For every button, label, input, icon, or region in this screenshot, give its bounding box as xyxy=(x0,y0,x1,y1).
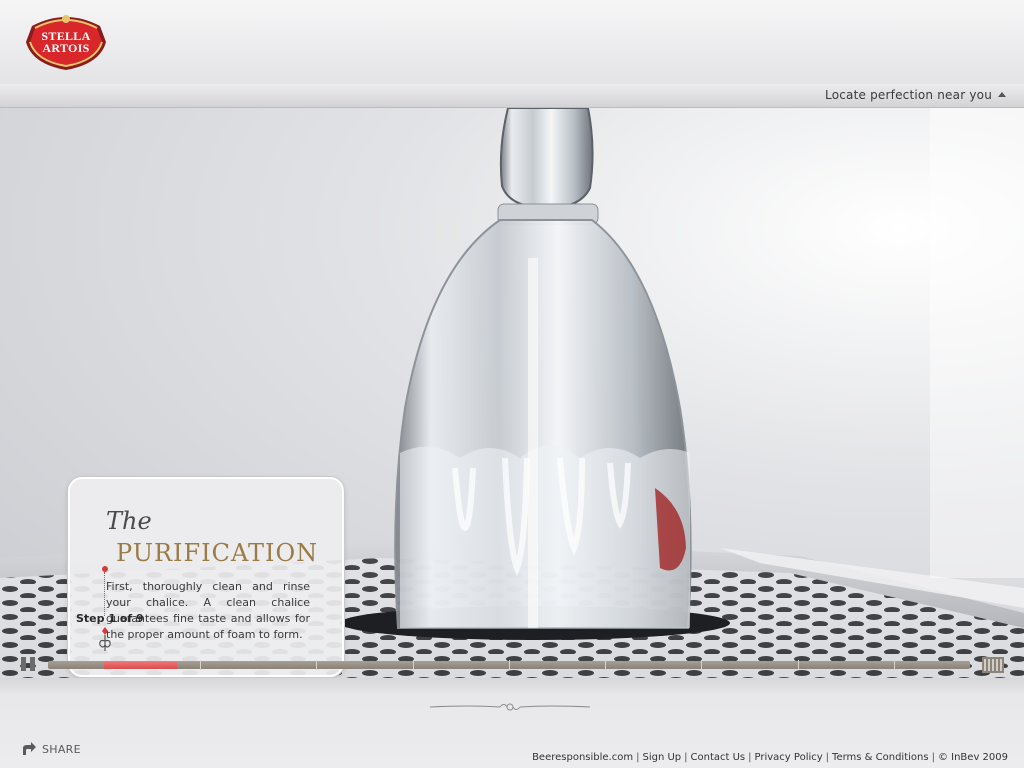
step-ornament-icon[interactable] xyxy=(97,625,113,653)
card-title: PURIFICATION xyxy=(116,539,319,567)
card-description: First, thoroughly clean and rinse your c… xyxy=(106,580,310,641)
footer-link-contact-us[interactable]: Contact Us xyxy=(691,752,746,763)
flourish-ornament-icon xyxy=(430,703,590,711)
step-marker-line xyxy=(104,572,106,616)
footer-links: Beeresponsible.com | Sign Up | Contact Us | Pr… xyxy=(532,752,1008,763)
progress-step-tick[interactable] xyxy=(605,660,606,670)
triangle-up-icon[interactable] xyxy=(998,92,1006,97)
share-arrow-icon xyxy=(23,742,36,755)
step-counter: Step 1 of 9 xyxy=(76,612,144,625)
footer-link-beeresponsible[interactable]: Beeresponsible.com xyxy=(532,752,633,763)
progress-bar[interactable] xyxy=(48,660,970,670)
progress-step-tick[interactable] xyxy=(413,660,414,670)
footer-link-sign-up[interactable]: Sign Up xyxy=(642,752,681,763)
card-prefix: The xyxy=(106,507,152,535)
stella-artois-logo[interactable]: STELLA ARTOIS xyxy=(22,12,110,72)
progress-step-tick[interactable] xyxy=(894,660,895,670)
footer-link-privacy-policy[interactable]: Privacy Policy xyxy=(755,752,823,763)
progress-step-tick[interactable] xyxy=(316,660,317,670)
footer: SHARE Beeresponsible.com | Sign Up | Contact… xyxy=(0,678,1024,768)
logo-line-2: ARTOIS xyxy=(42,41,90,55)
locate-bar: Locate perfection near you xyxy=(0,84,1024,108)
progress-step-tick[interactable] xyxy=(701,660,702,670)
progress-step-tick[interactable] xyxy=(509,660,510,670)
copyright: © InBev 2009 xyxy=(937,752,1008,763)
footer-link-terms[interactable]: Terms & Conditions xyxy=(832,752,929,763)
grille-icon[interactable] xyxy=(982,657,1004,673)
progress-fill xyxy=(104,661,177,669)
progress-step-tick[interactable] xyxy=(200,660,201,670)
pause-icon[interactable] xyxy=(20,657,36,671)
progress-step-tick[interactable] xyxy=(798,660,799,670)
header: STELLA ARTOIS xyxy=(0,0,1024,84)
video-stage: The PURIFICATION First, thoroughly clean… xyxy=(0,108,1024,678)
locate-perfection-link[interactable]: Locate perfection near you xyxy=(825,88,992,102)
share-label: SHARE xyxy=(42,743,81,756)
